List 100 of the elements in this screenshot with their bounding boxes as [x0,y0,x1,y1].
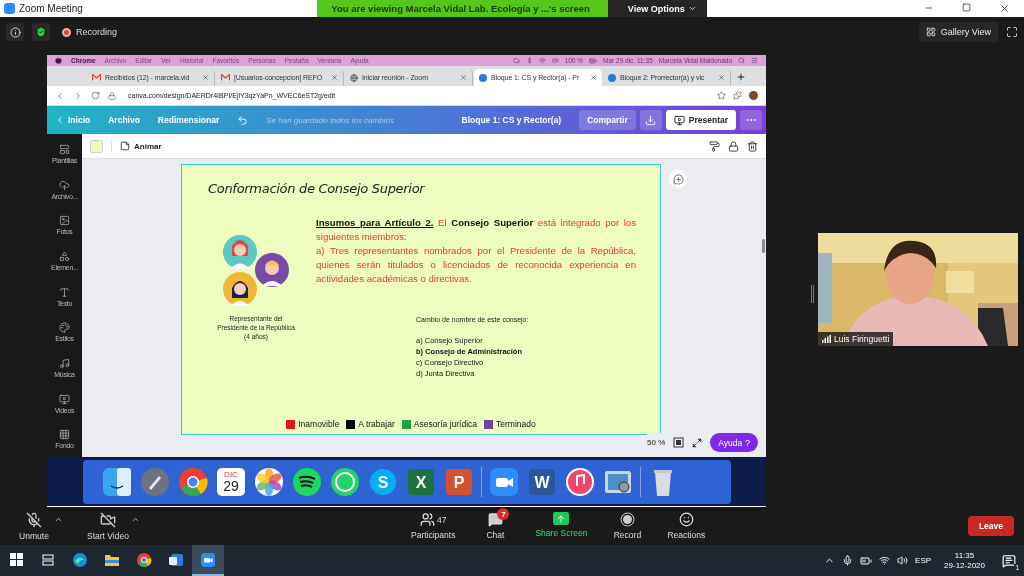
text-icon [59,286,70,298]
bluetooth-icon [525,57,533,64]
undo-icon[interactable] [237,114,249,126]
leave-button[interactable]: Leave [967,516,1014,536]
present-button[interactable]: Presentar [665,110,736,130]
image-icon [59,215,70,227]
design-title: Bloque 1: CS y Rector(a) [461,115,562,125]
wifi-icon[interactable] [879,555,891,566]
toolbar-button[interactable]: Reactions [667,512,706,540]
flower-icon[interactable] [252,466,285,498]
task-view-icon [41,552,55,567]
back-icon[interactable] [55,90,65,101]
zoom-level: 50 % [647,438,666,447]
download-button[interactable] [639,110,662,130]
animate-button[interactable]: Animar [111,140,168,152]
shapes-icon [59,250,70,262]
volume-icon[interactable] [897,555,909,566]
lock-icon[interactable] [728,140,739,152]
recording-label: Recording [76,27,118,37]
new-tab-icon[interactable] [736,72,746,82]
wifi-icon [538,57,546,64]
trash-icon[interactable] [747,140,758,152]
microphone-icon[interactable] [842,555,854,566]
scrollbar-thumb[interactable] [762,239,765,253]
add-comment-button[interactable] [669,170,687,188]
start-video-button[interactable]: Start Video [87,511,129,541]
battery-icon[interactable] [860,554,873,567]
paint-roller-icon[interactable] [709,140,720,152]
recording-dot-icon [62,27,71,37]
help-button[interactable]: Ayuda ? [710,433,758,452]
video-camera-icon[interactable] [487,466,520,498]
add-comment-icon [672,173,684,185]
whatsapp-icon[interactable] [328,466,361,498]
music-icon [59,357,70,369]
info-button[interactable] [6,23,24,41]
search-icon [738,57,745,64]
chrome-icon[interactable] [176,466,209,498]
close-icon[interactable] [999,3,1010,14]
video-camera-icon [200,551,216,568]
unmute-button[interactable]: Unmute [16,511,52,541]
maximize-icon[interactable] [962,3,971,12]
windows-logo-icon [9,553,23,566]
taskbar-time: 11:35 [954,551,975,560]
music-note-icon[interactable] [563,466,596,498]
forward-icon[interactable] [73,90,83,101]
mail-icon [221,74,230,81]
template-icon [59,143,70,155]
video-off-icon [99,511,116,528]
app-logo-icon [4,3,15,14]
legend-label: A trabajar [358,419,395,429]
window-title: Zoom Meeting [19,3,83,14]
chevron-left-icon [55,115,65,125]
view-options-button[interactable]: View Options [607,0,707,17]
screen-share-banner: You are viewing Marcela Vidal Lab. Ecología y ...'s screen [317,0,608,17]
slide-title: Conformación de Consejo Superior [208,181,426,196]
resize-handle[interactable] [811,285,814,303]
security-button[interactable] [32,23,50,41]
mail-app-icon [168,551,184,568]
legend-label: Terminado [496,419,536,429]
extension-icon[interactable] [733,91,742,100]
toolbar-button[interactable]: Record [609,512,646,540]
reload-icon[interactable] [91,91,100,100]
expand-icon[interactable] [692,437,703,448]
finder-icon[interactable] [100,466,133,498]
language-indicator[interactable]: ESP [915,556,932,565]
muted-mic-icon [26,511,42,528]
volume-icon [551,57,559,64]
pages-icon[interactable] [673,437,685,448]
monitor-icon [673,114,685,126]
globe-icon [350,73,358,82]
pattern-icon [59,429,70,441]
palette-icon [59,322,70,334]
lock-icon [108,91,116,100]
upload-icon [59,179,70,191]
cloud-icon [512,57,520,64]
toolbar-button[interactable]: Share Screen [535,512,588,540]
video-icon [59,393,70,405]
spotify-icon[interactable] [290,466,323,498]
menu-icon [751,57,758,64]
fullscreen-icon[interactable] [1006,26,1018,38]
shield-icon [35,26,47,38]
edge-icon [72,551,88,568]
color-swatch[interactable] [90,139,103,153]
gallery-view-button[interactable]: Gallery View [918,22,998,42]
share-button[interactable]: Compartir [579,110,636,130]
taskbar-date: 29-12-2020 [944,561,985,570]
article-item: a) Tres representantes nombrados por el Presidente de la República, quienes serán titulados o licenciados de reconocida experiencia en actividades académicas o directivas. [316,244,636,286]
calendar-icon[interactable]: DIC 29 [214,466,247,498]
profile-avatar-icon[interactable] [749,91,758,100]
chevron-down-icon [687,4,697,13]
toolbar-button[interactable]: 47 Participants [411,512,456,540]
folder-icon [104,552,120,567]
legend-label: Inamovible [298,419,340,429]
chrome-icon [136,551,152,568]
apple-icon[interactable] [55,57,62,64]
participants-icon [419,512,435,527]
taskbar-app[interactable] [192,545,224,576]
bookmark-star-icon[interactable] [717,91,726,100]
info-icon [9,26,21,38]
save-status: Se han guardado todos los cambios [266,115,394,125]
